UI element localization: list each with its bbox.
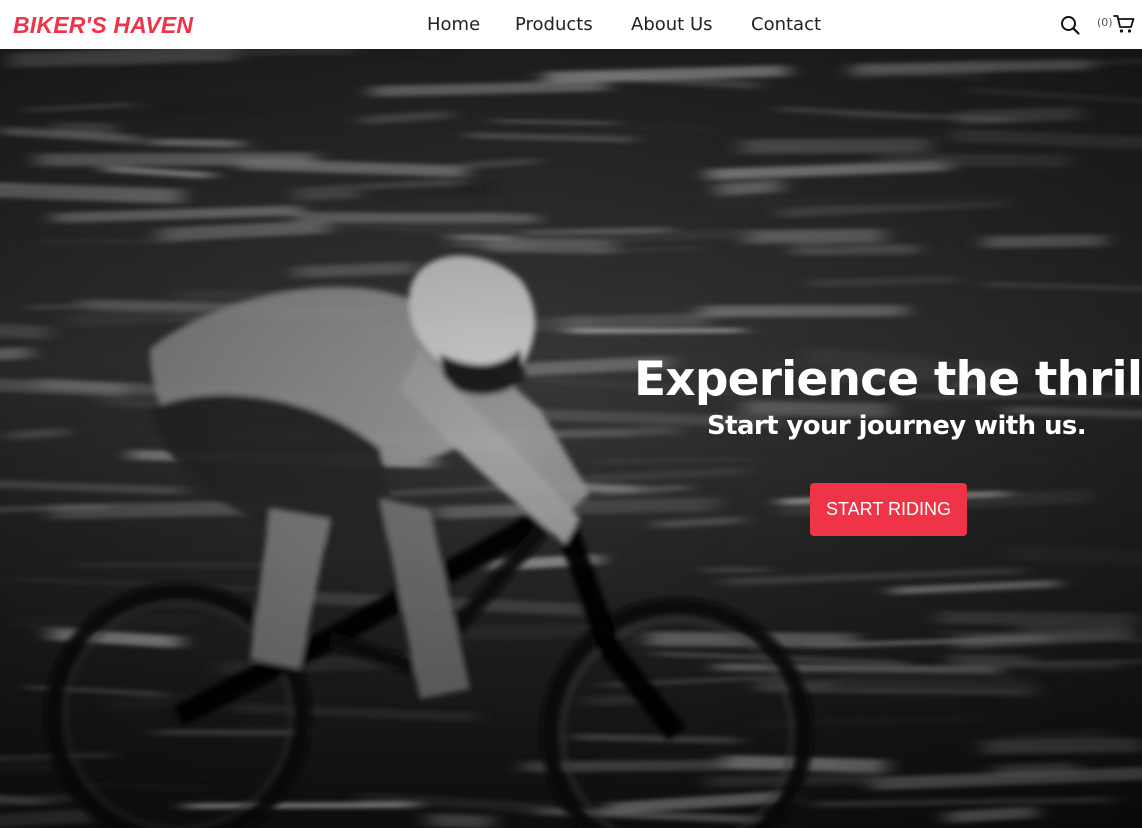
hero-subheading: Start your journey with us.: [707, 411, 1087, 441]
nav-link-about-us[interactable]: About Us: [631, 13, 713, 37]
hero-section: Experience the thrill. Start your journe…: [0, 49, 1142, 828]
start-riding-button[interactable]: START RIDING: [810, 483, 967, 536]
nav-link-home[interactable]: Home: [427, 13, 480, 37]
top-navbar: BIKER'S HAVEN Home Products About Us Con…: [0, 0, 1142, 49]
nav-link-contact[interactable]: Contact: [751, 13, 821, 37]
cart-count-badge: (0): [1097, 16, 1113, 29]
nav-link-products[interactable]: Products: [515, 13, 593, 37]
brand-logo[interactable]: BIKER'S HAVEN: [13, 11, 193, 39]
search-icon[interactable]: [1059, 14, 1081, 36]
cart-icon[interactable]: [1113, 13, 1135, 35]
hero-heading: Experience the thrill.: [634, 352, 1142, 407]
